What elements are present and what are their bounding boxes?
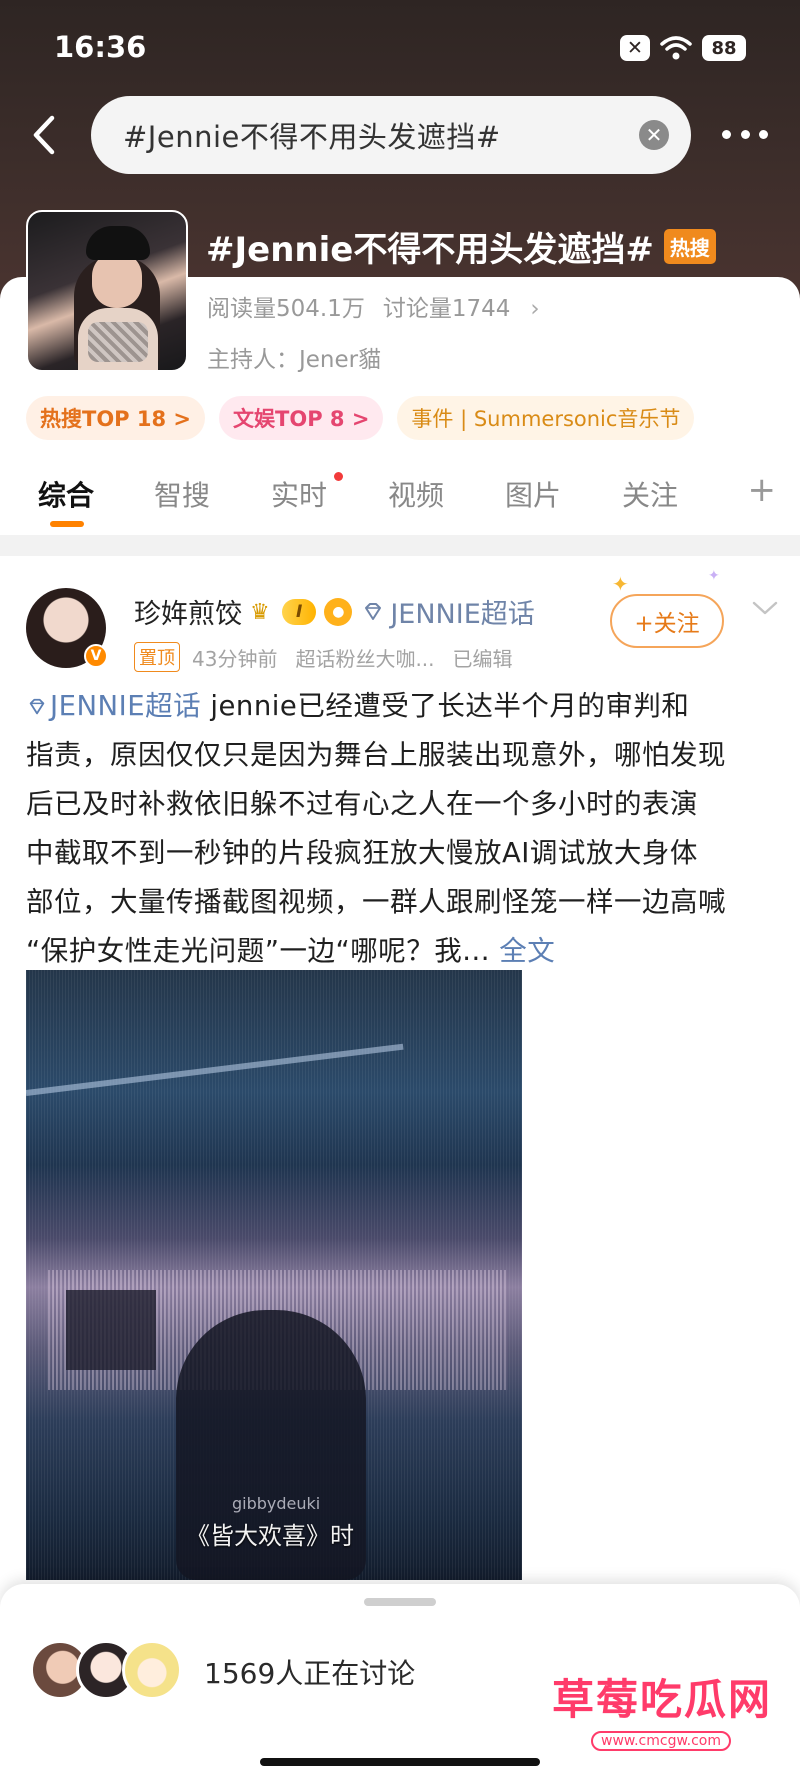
tab-following[interactable]: 关注 — [622, 474, 678, 514]
crown-icon: ♛ — [250, 599, 270, 625]
discussing-count: 1569人正在讨论 — [204, 1657, 416, 1690]
topic-stats[interactable]: 阅读量504.1万 讨论量1744 › — [207, 289, 540, 323]
home-indicator[interactable] — [260, 1758, 540, 1766]
avatar — [122, 1640, 182, 1700]
post-text-line: 指责，原因仅仅只是因为舞台上服装出现意外，哪怕发现 — [26, 739, 726, 771]
discussion-count: 讨论量1744 — [382, 296, 511, 322]
post-text-line: jennie已经遭受了长达半个月的审判和 — [210, 690, 690, 722]
topic-title-row: #Jennie不得不用头发遮挡# 热搜 — [206, 222, 716, 271]
post-topic-label: JENNIE超话 — [50, 690, 202, 722]
sparkle-small-icon: ✦ — [708, 568, 720, 584]
realtime-new-dot — [334, 472, 343, 481]
post-text-line: 中截取不到一秒钟的片段疯狂放大慢放AI调试放大身体 — [26, 837, 698, 869]
post-video[interactable]: gibbydeuki 《皆大欢喜》时 — [26, 970, 522, 1580]
chip-hot-search-rank[interactable]: 热搜TOP 18 > — [26, 396, 206, 440]
post-source: 超话粉丝大咖... — [295, 646, 435, 671]
participant-avatars — [30, 1640, 190, 1702]
tab-images[interactable]: 图片 — [505, 474, 561, 514]
wifi-icon — [660, 36, 692, 60]
tab-smart-search[interactable]: 智搜 — [154, 474, 210, 514]
super-topic-label: JENNIE超话 — [390, 599, 535, 630]
full-text-link[interactable]: 全文 — [499, 935, 555, 967]
edited-label: 已编辑 — [452, 646, 513, 671]
pinned-tag: 置顶 — [134, 642, 180, 672]
drag-handle[interactable] — [364, 1598, 436, 1606]
status-time: 16:36 — [54, 30, 147, 64]
nav-bar: #Jennie不得不用头发遮挡# ✕ — [0, 94, 800, 176]
x-icon: ✕ — [620, 35, 650, 61]
back-arrow-icon[interactable] — [26, 110, 66, 160]
hot-badge: 热搜 — [663, 229, 716, 264]
topic-host[interactable]: 主持人：Jener貓 — [207, 340, 381, 374]
chevron-down-icon[interactable] — [752, 600, 778, 616]
clear-search-icon[interactable]: ✕ — [639, 120, 669, 150]
post-text-line: “保护女性走光问题”一边“哪呢？我... — [26, 935, 490, 967]
search-query-text: #Jennie不得不用头发遮挡# — [123, 120, 501, 154]
video-subtitle: 《皆大欢喜》时 — [186, 1522, 354, 1550]
tab-bar: 综合 智搜 实时 视频 图片 关注 — [0, 462, 800, 532]
battery-icon: 88 — [702, 35, 746, 61]
post-text-line: 部位，大量传播截图视频，一群人跟刷怪笼一样一边高喊 — [26, 886, 726, 918]
watermark-url: www.cmcgw.com — [591, 1731, 731, 1751]
super-topic-link[interactable]: JENNIE超话 — [362, 592, 535, 631]
add-tab-icon[interactable]: + — [748, 470, 777, 510]
diamond-icon — [29, 698, 45, 715]
post-meta: 置顶 43分钟前 超话粉丝大咖... 已编辑 — [134, 642, 531, 672]
post-line-last: “保护女性走光问题”一边“哪呢？我... 全文 — [26, 927, 778, 976]
author-name[interactable]: 珍姩煎饺 — [134, 592, 242, 631]
post-body[interactable]: JENNIE超话 jennie已经遭受了长达半个月的审判和 指责，原因仅仅只是因… — [26, 682, 778, 976]
watermark-brand: 草莓吃瓜网 — [552, 1675, 773, 1724]
emoji-badge-icon: ● — [324, 597, 353, 626]
read-count: 阅读量504.1万 — [207, 296, 365, 322]
follow-button[interactable]: +关注 — [610, 594, 724, 648]
topic-chips: 热搜TOP 18 > 文娱TOP 8 > 事件 | Summersonic音乐节 — [26, 396, 695, 440]
chip-entertainment-rank[interactable]: 文娱TOP 8 > — [219, 396, 384, 440]
status-bar: 16:36 ✕ 88 — [0, 0, 800, 92]
diamond-icon — [365, 602, 382, 620]
post-line-1: JENNIE超话 jennie已经遭受了长达半个月的审判和 — [26, 682, 778, 731]
tab-video[interactable]: 视频 — [388, 474, 444, 514]
verified-badge-icon: V — [84, 644, 108, 668]
author-row: 珍姩煎饺 ♛ I ● JENNIE超话 — [134, 592, 535, 631]
post-topic-link[interactable]: JENNIE超话 — [26, 690, 201, 722]
post-time: 43分钟前 — [192, 646, 278, 671]
chip-event[interactable]: 事件 | Summersonic音乐节 — [397, 396, 695, 440]
status-icons: ✕ 88 — [620, 33, 746, 63]
tab-realtime[interactable]: 实时 — [271, 474, 327, 514]
more-options-icon[interactable] — [722, 122, 768, 146]
topic-cover-image[interactable] — [26, 210, 188, 372]
topic-title: #Jennie不得不用头发遮挡# — [206, 230, 654, 270]
post-text-line: 后已及时补救依旧躲不过有心之人在一个多小时的表演 — [26, 788, 698, 820]
fan-level-badge: I — [282, 598, 317, 625]
active-tab-indicator — [50, 521, 84, 527]
chevron-right-icon: › — [530, 296, 540, 322]
search-input[interactable]: #Jennie不得不用头发遮挡# ✕ — [91, 96, 691, 174]
tab-comprehensive[interactable]: 综合 — [38, 474, 94, 514]
site-watermark: 草莓吃瓜网 www.cmcgw.com — [552, 1666, 770, 1758]
video-watermark: gibbydeuki — [232, 1494, 321, 1513]
sparkle-icon: ✦ — [612, 572, 629, 596]
